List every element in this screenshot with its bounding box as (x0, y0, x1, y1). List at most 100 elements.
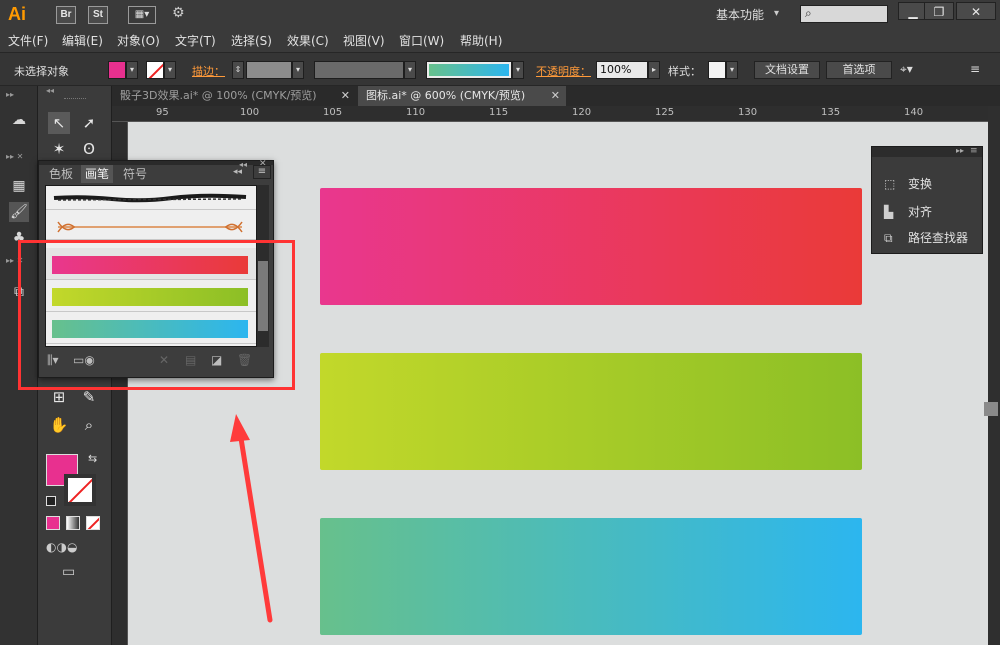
close-icon[interactable]: ✕ (341, 86, 350, 106)
direct-selection-icon[interactable]: ➚ (78, 112, 100, 134)
transform-panel-item[interactable]: ⬚ 变换 (884, 173, 932, 195)
fill-dropdown[interactable]: ▾ (126, 61, 138, 79)
brush-definition[interactable] (426, 61, 512, 79)
brush-definition-dropdown[interactable]: ▾ (512, 61, 524, 79)
menu-file[interactable]: 文件(F) (8, 32, 48, 49)
toolbox-grip (64, 98, 86, 100)
pathfinder-label: 路径查找器 (908, 231, 969, 245)
gradient-mode-button[interactable] (66, 516, 80, 530)
horizontal-ruler[interactable]: 95 100 105 110 115 120 125 130 135 140 (112, 106, 988, 122)
stroke-label[interactable]: 描边： (192, 63, 225, 79)
panel-header-bar[interactable] (872, 147, 982, 157)
ruler-tick: 105 (323, 107, 343, 118)
tab-brushes[interactable]: 画笔 (81, 165, 114, 183)
collapse-icon[interactable]: ▸▸ (6, 90, 14, 99)
none-mode-button[interactable] (86, 516, 100, 530)
pink-red-gradient-bar[interactable] (320, 188, 862, 305)
close-icon[interactable]: ✕ (551, 86, 560, 106)
fill-swatch[interactable] (108, 61, 126, 79)
selection-tool-icon[interactable]: ↖ (48, 112, 70, 134)
arrange-documents-button[interactable]: ▦▾ (128, 6, 156, 24)
menu-effect[interactable]: 效果(C) (287, 32, 329, 49)
transform-icon: ⬚ (884, 177, 896, 191)
zoom-tool-icon[interactable]: ⌕ (78, 414, 100, 436)
arrow-line-brush[interactable] (46, 210, 256, 240)
default-colors-icon[interactable] (46, 496, 56, 506)
opacity-slider-button[interactable]: ▸ (648, 61, 660, 79)
workspace-dropdown-icon[interactable]: ▾ (774, 8, 779, 19)
swap-icon[interactable]: ⇆ (88, 452, 97, 465)
collapse-icon[interactable]: ▸▸ ✕ (6, 152, 23, 161)
arrow-line-brush-preview (57, 221, 243, 233)
isolation-mode-icon[interactable]: ⌖▾ (900, 62, 913, 77)
menu-help[interactable]: 帮助(H) (460, 32, 502, 49)
variable-width-profile[interactable] (314, 61, 404, 79)
ruler-tick: 100 (240, 107, 260, 118)
charcoal-brush[interactable] (46, 186, 256, 210)
menu-select[interactable]: 选择(S) (231, 32, 272, 49)
teal-blue-gradient-bar[interactable] (320, 518, 862, 635)
menu-edit[interactable]: 编辑(E) (62, 32, 103, 49)
right-collapsed-panel: ▸▸ ≡ ⬚ 变换 ▙ 对齐 ⧉ 路径查找器 (871, 146, 983, 254)
collapse-icon[interactable]: ◂◂ (233, 167, 242, 177)
tab-icons[interactable]: 图标.ai* @ 600% (CMYK/预览) ✕ (358, 86, 566, 106)
creative-cloud-libraries-icon[interactable]: ☁ (9, 110, 29, 130)
stroke-swatch[interactable] (146, 61, 164, 79)
graphic-style-dropdown[interactable]: ▾ (726, 61, 738, 79)
opacity-label[interactable]: 不透明度： (536, 63, 591, 79)
menu-object[interactable]: 对象(O) (117, 32, 160, 49)
variable-width-dropdown[interactable]: ▾ (404, 61, 416, 79)
ruler-tick: 95 (156, 107, 169, 118)
lime-green-gradient-bar[interactable] (320, 353, 862, 470)
collapse-icon[interactable]: ▸▸ (956, 146, 964, 155)
screen-mode-icon[interactable]: ▭ (62, 564, 75, 580)
search-icon: ⌕ (805, 6, 812, 20)
align-panel-item[interactable]: ▙ 对齐 (884, 201, 932, 223)
menu-view[interactable]: 视图(V) (343, 32, 385, 49)
stroke-dropdown[interactable]: ▾ (164, 61, 176, 79)
pathfinder-panel-item[interactable]: ⧉ 路径查找器 (884, 227, 968, 249)
lasso-icon[interactable]: ʘ (78, 138, 100, 160)
tab-label: 骰子3D效果.ai* @ 100% (CMYK/预览) (120, 89, 317, 102)
ruler-tick: 120 (572, 107, 592, 118)
magic-wand-icon[interactable]: ✶ (48, 138, 70, 160)
tab-dice-3d[interactable]: 骰子3D效果.ai* @ 100% (CMYK/预览) ✕ (112, 86, 356, 106)
menu-bar: 文件(F) 编辑(E) 对象(O) 文字(T) 选择(S) 效果(C) 视图(V… (0, 30, 1000, 52)
close-window-button[interactable]: ✕ (956, 2, 996, 20)
draw-mode-buttons[interactable]: ◐◑◒ (46, 540, 104, 558)
search-input[interactable]: ⌕ (800, 5, 888, 23)
tab-symbols[interactable]: 符号 (119, 165, 151, 183)
swatches-panel-icon[interactable]: ▦ (9, 176, 29, 196)
menu-window[interactable]: 窗口(W) (399, 32, 444, 49)
graphic-style-swatch[interactable] (708, 61, 726, 79)
color-mode-button[interactable] (46, 516, 60, 530)
panel-menu-icon[interactable]: ≡ (970, 62, 980, 76)
workspace-switcher[interactable]: 基本功能 (716, 6, 764, 23)
stroke-weight-dropdown[interactable]: ▾ (292, 61, 304, 79)
control-bar: 未选择对象 ▾ ▾ 描边： ⇕ ▾ ▾ ▾ 不透明度： 100% ▸ 样式： ▾… (0, 52, 1000, 86)
brushes-panel-icon[interactable]: 🖌 (9, 202, 29, 222)
bridge-button[interactable]: Br (56, 6, 76, 24)
panel-menu-icon[interactable]: ≡ (970, 146, 978, 156)
menu-type[interactable]: 文字(T) (175, 32, 216, 49)
align-icon: ▙ (884, 205, 894, 219)
preferences-button[interactable]: 首选项 (826, 61, 892, 79)
opacity-field[interactable]: 100% (596, 61, 648, 79)
charcoal-brush-preview (53, 193, 247, 203)
stock-button[interactable]: St (88, 6, 108, 24)
ruler-tick: 125 (655, 107, 675, 118)
highlight-box (18, 240, 295, 390)
restore-button[interactable]: ❐ (924, 2, 954, 20)
gpu-performance-icon[interactable]: ⚙ (172, 5, 185, 21)
hand-tool-icon[interactable]: ✋ (48, 414, 70, 436)
ruler-tick: 140 (904, 107, 924, 118)
stroke-color-box[interactable] (64, 474, 96, 506)
stroke-weight-field[interactable] (246, 61, 292, 79)
stroke-weight-stepper[interactable]: ⇕ (232, 61, 244, 79)
scrollbar-thumb[interactable] (984, 402, 998, 416)
collapse-icon[interactable]: ◂◂ (46, 86, 54, 95)
document-setup-button[interactable]: 文档设置 (754, 61, 820, 79)
tab-swatches[interactable]: 色板 (45, 165, 77, 183)
panel-menu-icon[interactable]: ≡ (253, 165, 271, 179)
vertical-scrollbar[interactable] (988, 106, 1000, 645)
